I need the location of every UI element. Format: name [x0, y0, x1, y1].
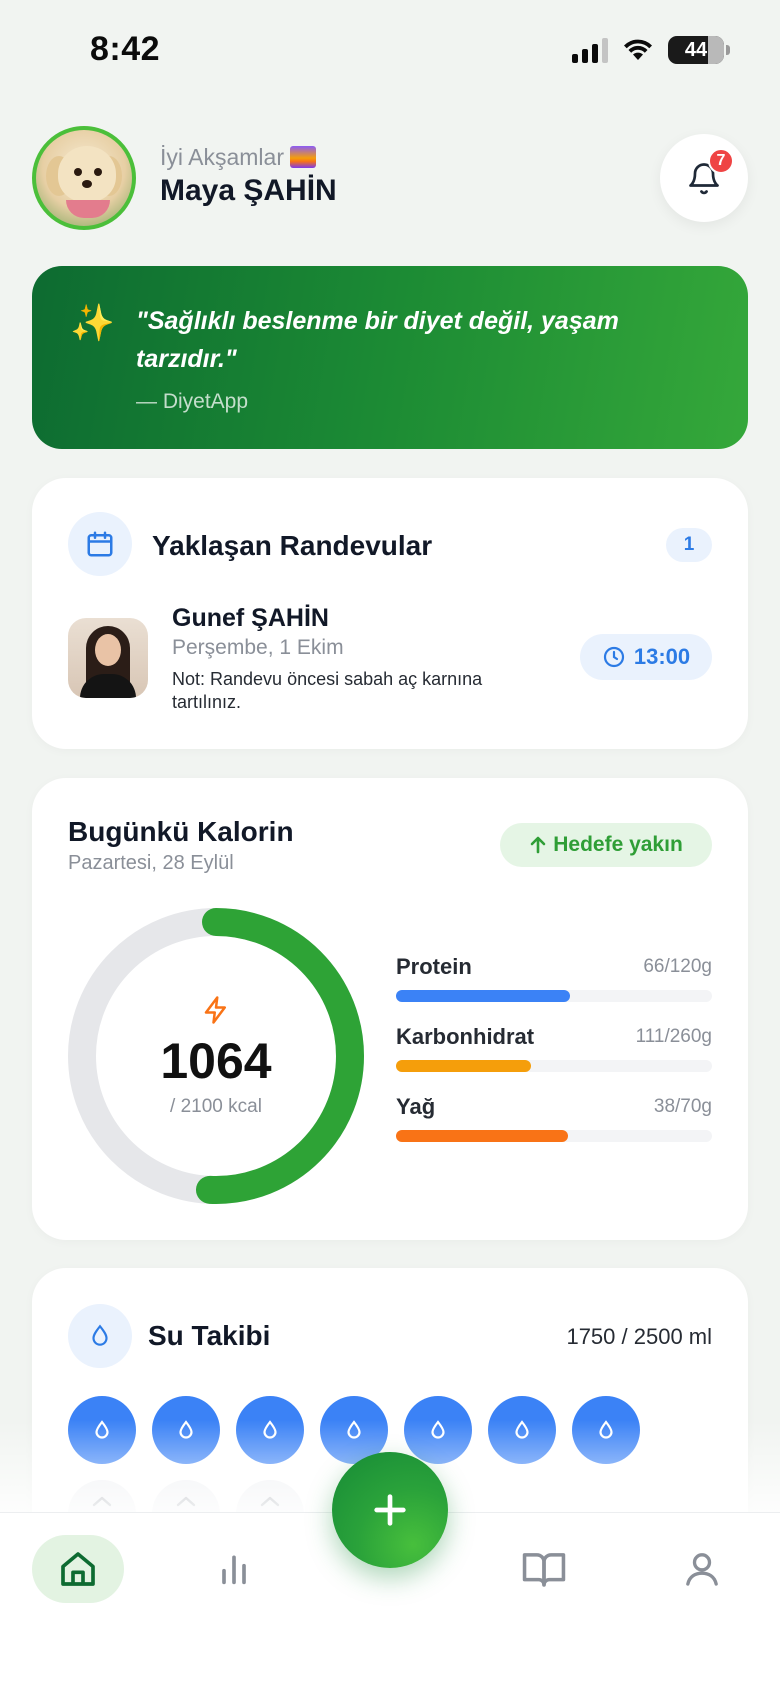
sparkles-icon: ✨: [70, 302, 115, 343]
quote-author: — DiyetApp: [136, 390, 249, 413]
greeting-text: İyi Akşamlar: [160, 144, 284, 170]
battery-icon: 44: [668, 36, 724, 64]
macro-fill: [396, 990, 570, 1002]
appointments-title: Yaklaşan Randevular: [152, 530, 433, 561]
signal-icon: [572, 37, 608, 63]
nav-profile[interactable]: [656, 1535, 748, 1603]
water-amount: 1750 / 2500 ml: [566, 1324, 712, 1349]
macro-name: Yağ: [396, 1094, 436, 1119]
macro-track: [396, 1130, 712, 1142]
book-icon: [522, 1553, 566, 1587]
appointment-time: 13:00: [633, 644, 691, 669]
nav-home[interactable]: [32, 1535, 124, 1603]
appointment-note: Not: Randevu öncesi sabah aç karnına tar…: [172, 669, 483, 712]
user-icon: [686, 1553, 718, 1586]
water-title: Su Takibi: [148, 1320, 271, 1351]
nav-stats[interactable]: [188, 1535, 280, 1603]
macro-name: Protein: [396, 954, 472, 979]
status-bar: 8:42 44: [0, 0, 780, 100]
quote-card: ✨ "Sağlıklı beslenme bir diyet değil, ya…: [32, 266, 748, 449]
calories-target: / 2100 kcal: [170, 1096, 262, 1117]
notifications-button[interactable]: 7: [660, 134, 748, 222]
drop-icon: [68, 1304, 132, 1368]
calendar-icon: [68, 512, 132, 576]
macro-name: Karbonhidrat: [396, 1024, 535, 1049]
appointment-name: Gunef ŞAHİN: [172, 604, 329, 632]
clock-icon: [603, 646, 624, 668]
chart-icon: [222, 1555, 246, 1585]
calories-card: Bugünkü Kalorin Pazartesi, 28 Eylül Hede…: [32, 778, 748, 1240]
macro-amount: 111/260g: [635, 1026, 712, 1047]
status-time: 8:42: [90, 30, 161, 68]
dietitian-photo: [68, 618, 148, 698]
add-button[interactable]: [332, 1452, 448, 1568]
macro-track: [396, 1060, 712, 1072]
battery-level: 44: [684, 38, 708, 61]
macro-fill: [396, 1130, 568, 1142]
nav-recipes[interactable]: [498, 1535, 590, 1603]
status-icons: 44: [572, 36, 730, 64]
arrow-up-icon: [530, 836, 546, 854]
macros-list: Protein 66/120g Karbonhidrat 111/260g Ya…: [396, 954, 712, 1164]
appointments-count: 1: [666, 528, 712, 562]
notification-badge: 7: [708, 148, 734, 174]
wifi-icon: [624, 39, 652, 60]
header: İyi Akşamlar Maya ŞAHİN 7: [32, 126, 748, 230]
macro-amount: 38/70g: [653, 1096, 712, 1117]
appointment-date: Perşembe, 1 Ekim: [172, 636, 344, 659]
macro-fat: Yağ 38/70g: [396, 1094, 712, 1164]
user-name: Maya ŞAHİN: [160, 174, 337, 207]
greeting: İyi Akşamlar: [160, 144, 316, 171]
calories-value: 1064: [160, 1033, 272, 1089]
macro-track: [396, 990, 712, 1002]
appointments-card[interactable]: Yaklaşan Randevular 1 Gunef ŞAHİN Perşem…: [32, 478, 748, 749]
macro-protein: Protein 66/120g: [396, 954, 712, 1024]
goal-status-text: Hedefe yakın: [553, 833, 683, 856]
calories-date: Pazartesi, 28 Eylül: [68, 852, 234, 874]
sunset-icon: [289, 146, 316, 168]
quote-text: "Sağlıklı beslenme bir diyet değil, yaşa…: [136, 307, 619, 373]
calories-title: Bugünkü Kalorin: [68, 816, 294, 847]
plus-icon: [374, 1494, 406, 1526]
macro-fill: [396, 1060, 531, 1072]
calorie-ring: 1064 / 2100 kcal: [68, 908, 364, 1204]
avatar[interactable]: [32, 126, 136, 230]
goal-status-badge: Hedefe yakın: [500, 823, 712, 867]
macro-amount: 66/120g: [643, 956, 712, 977]
bolt-icon: [204, 996, 226, 1024]
appointment-time-pill: 13:00: [580, 634, 712, 680]
home-icon: [61, 1552, 95, 1586]
macro-carbs: Karbonhidrat 111/260g: [396, 1024, 712, 1094]
